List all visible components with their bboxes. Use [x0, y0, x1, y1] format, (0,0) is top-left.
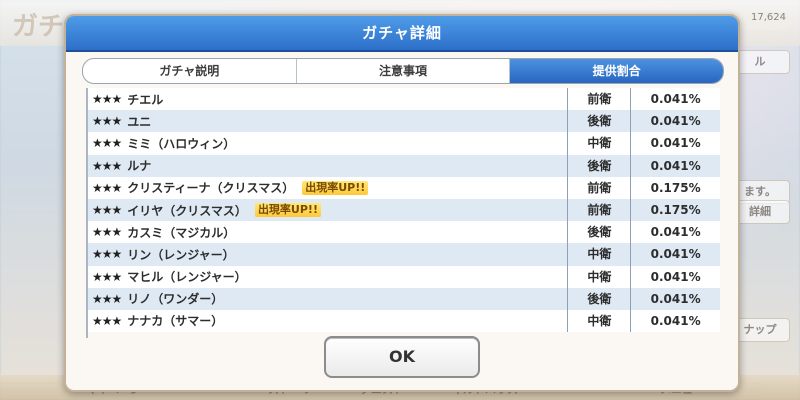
rate-cell: 0.041%: [630, 132, 720, 155]
position-cell: 中衛: [567, 132, 630, 155]
character-cell: ★★★ リン（レンジャー）: [88, 246, 567, 263]
position-cell: 前衛: [567, 176, 630, 199]
character-cell: ★★★ リノ（ワンダー）: [88, 290, 567, 307]
character-name: リン（レンジャー）: [127, 247, 235, 262]
rate-cell: 0.041%: [630, 265, 720, 288]
position-cell: 後衛: [567, 110, 630, 133]
position-cell: 前衛: [567, 88, 630, 111]
rate-up-badge: 出現率UP!!: [254, 203, 321, 218]
gacha-detail-dialog: ガチャ詳細 ガチャ説明 注意事項 提供割合 ★★★ チエル 前衛 0.041% …: [64, 14, 740, 392]
star-rating: ★★★: [92, 114, 122, 129]
table-row: ★★★ ナナカ（サマー） 中衛 0.041%: [88, 309, 720, 333]
character-name: カスミ（マジカル）: [127, 225, 236, 240]
rate-cell: 0.041%: [630, 309, 720, 333]
tab-gacha-description[interactable]: ガチャ説明: [83, 59, 297, 83]
rate-cell: 0.175%: [630, 176, 720, 199]
star-rating: ★★★: [92, 92, 122, 107]
table-row: ★★★ クリスティーナ（クリスマス） 出現率UP!! 前衛 0.175%: [88, 176, 720, 199]
table-row: ★★★ ルナ 後衛 0.041%: [88, 154, 720, 177]
star-rating: ★★★: [92, 158, 122, 173]
position-cell: 中衛: [567, 265, 630, 288]
position-cell: 中衛: [567, 243, 630, 266]
table-row: ★★★ カスミ（マジカル） 後衛 0.041%: [88, 221, 720, 244]
character-cell: ★★★ ルナ: [88, 157, 567, 174]
table-row: ★★★ リン（レンジャー） 中衛 0.041%: [88, 243, 720, 266]
table-row: ★★★ ミミ（ハロウィン） 中衛 0.041%: [88, 132, 720, 155]
ok-button[interactable]: OK: [324, 336, 480, 378]
position-cell: 前衛: [567, 198, 630, 222]
character-cell: ★★★ カスミ（マジカル）: [88, 224, 567, 241]
position-cell: 後衛: [567, 287, 630, 310]
position-cell: 中衛: [567, 309, 630, 333]
rate-cell: 0.041%: [630, 287, 720, 310]
table-row: ★★★ チエル 前衛 0.041%: [88, 88, 720, 111]
dialog-tab-bar: ガチャ説明 注意事項 提供割合: [82, 58, 724, 84]
rate-up-badge: 出現率UP!!: [302, 180, 369, 195]
character-name: クリスティーナ（クリスマス）: [127, 181, 295, 196]
rate-cell: 0.041%: [630, 221, 720, 244]
star-rating: ★★★: [92, 313, 122, 328]
rate-cell: 0.041%: [630, 243, 720, 266]
rate-cell: 0.041%: [630, 88, 720, 111]
character-name: ユニ: [127, 114, 152, 129]
character-cell: ★★★ ミミ（ハロウィン）: [88, 135, 567, 152]
character-name: ミミ（ハロウィン）: [127, 136, 236, 151]
rate-cell: 0.041%: [630, 154, 720, 177]
character-cell: ★★★ チエル: [88, 91, 567, 108]
position-cell: 後衛: [567, 221, 630, 244]
character-cell: ★★★ ユニ: [88, 113, 567, 130]
position-cell: 後衛: [567, 154, 630, 177]
character-name: チエル: [127, 92, 164, 107]
tab-drop-rates[interactable]: 提供割合: [510, 59, 723, 83]
character-name: ナナカ（サマー）: [127, 314, 224, 329]
tab-notes[interactable]: 注意事項: [297, 59, 511, 83]
character-name: ルナ: [127, 159, 152, 174]
table-row: ★★★ ユニ 後衛 0.041%: [88, 110, 720, 133]
character-cell: ★★★ クリスティーナ（クリスマス） 出現率UP!!: [88, 179, 567, 196]
dialog-title: ガチャ詳細: [362, 24, 442, 42]
star-rating: ★★★: [92, 203, 122, 218]
star-rating: ★★★: [92, 136, 122, 151]
character-cell: ★★★ ナナカ（サマー）: [88, 312, 567, 329]
rate-cell: 0.175%: [630, 198, 720, 222]
character-name: リノ（ワンダー）: [127, 292, 224, 307]
character-name: マヒル（レンジャー）: [127, 270, 247, 285]
star-rating: ★★★: [92, 180, 122, 195]
rate-cell: 0.041%: [630, 110, 720, 133]
character-name: イリヤ（クリスマス）: [127, 203, 247, 218]
character-cell: ★★★ イリヤ（クリスマス） 出現率UP!!: [88, 202, 567, 219]
star-rating: ★★★: [92, 225, 122, 240]
table-row: ★★★ リノ（ワンダー） 後衛 0.041%: [88, 287, 720, 310]
table-row: ★★★ マヒル（レンジャー） 中衛 0.041%: [88, 265, 720, 288]
table-row: ★★★ イリヤ（クリスマス） 出現率UP!! 前衛 0.175%: [88, 198, 720, 222]
character-cell: ★★★ マヒル（レンジャー）: [88, 268, 567, 285]
star-rating: ★★★: [92, 291, 122, 306]
star-rating: ★★★: [92, 247, 122, 262]
drop-rate-table[interactable]: ★★★ チエル 前衛 0.041% ★★★ ユニ 後衛 0.041% ★★★ ミ…: [86, 88, 720, 338]
star-rating: ★★★: [92, 269, 122, 284]
